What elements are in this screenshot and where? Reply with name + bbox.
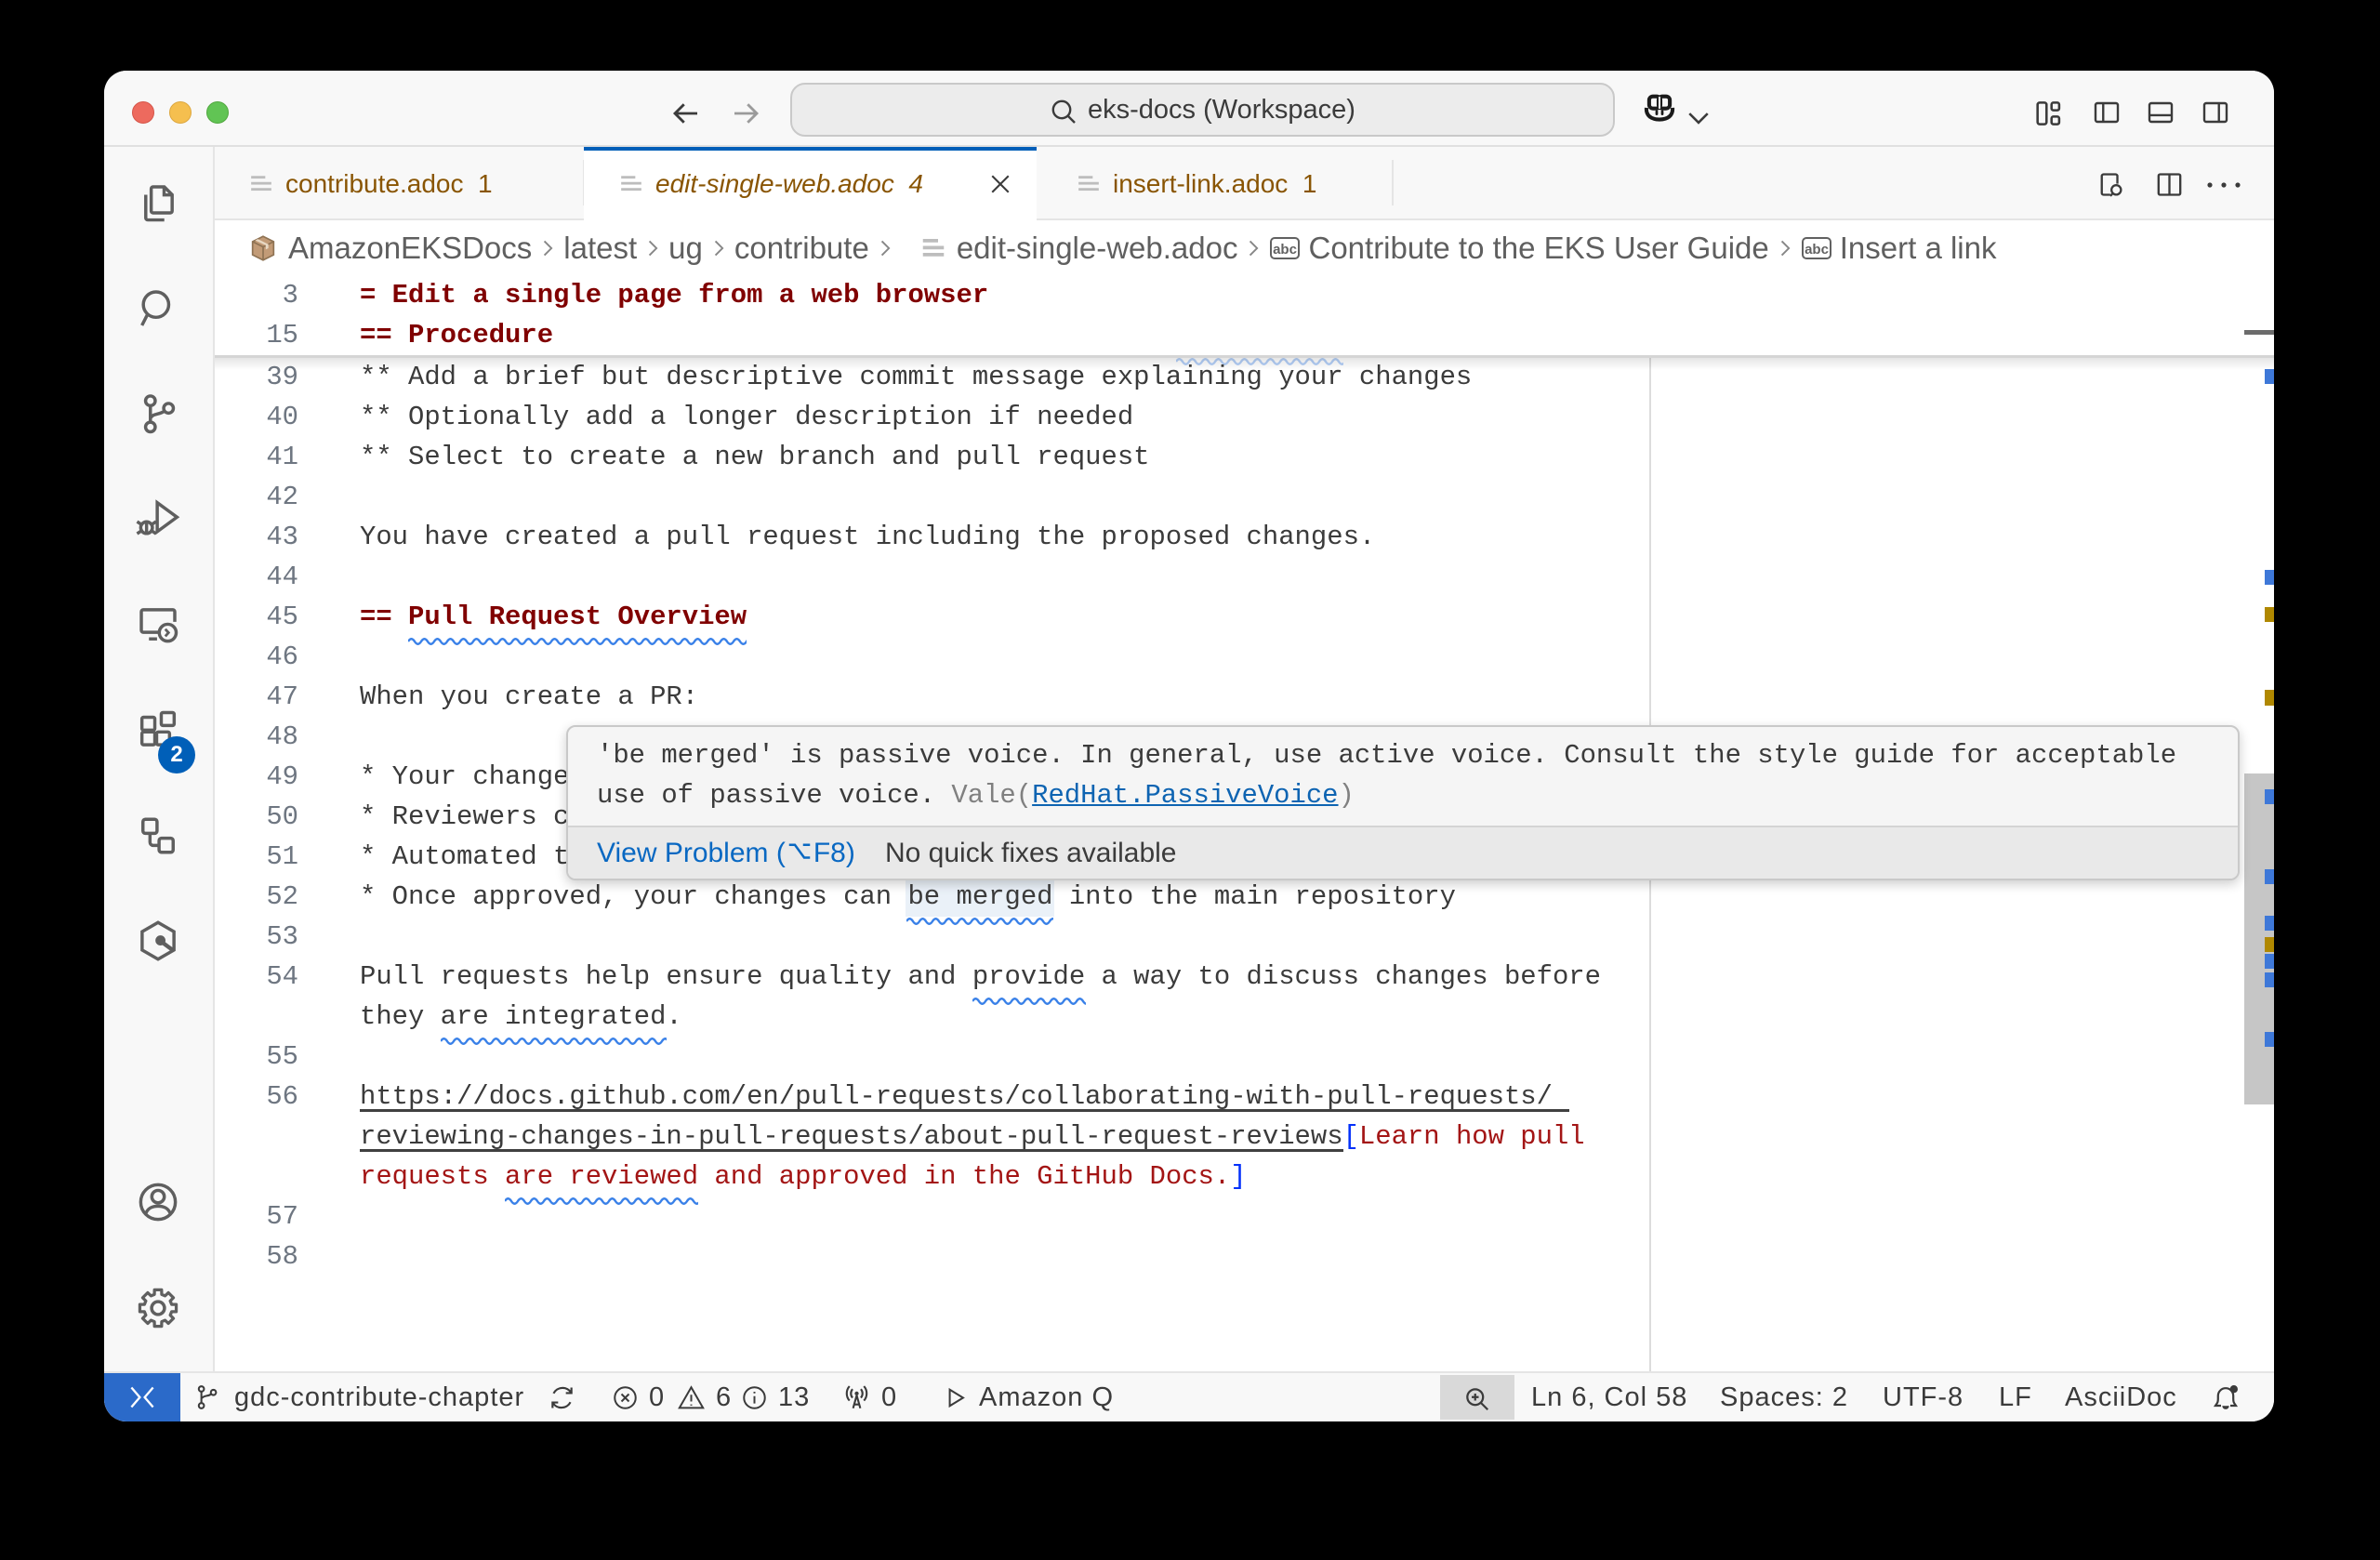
svg-text:abc: abc (1274, 242, 1298, 258)
svg-text:abc: abc (1805, 242, 1829, 258)
